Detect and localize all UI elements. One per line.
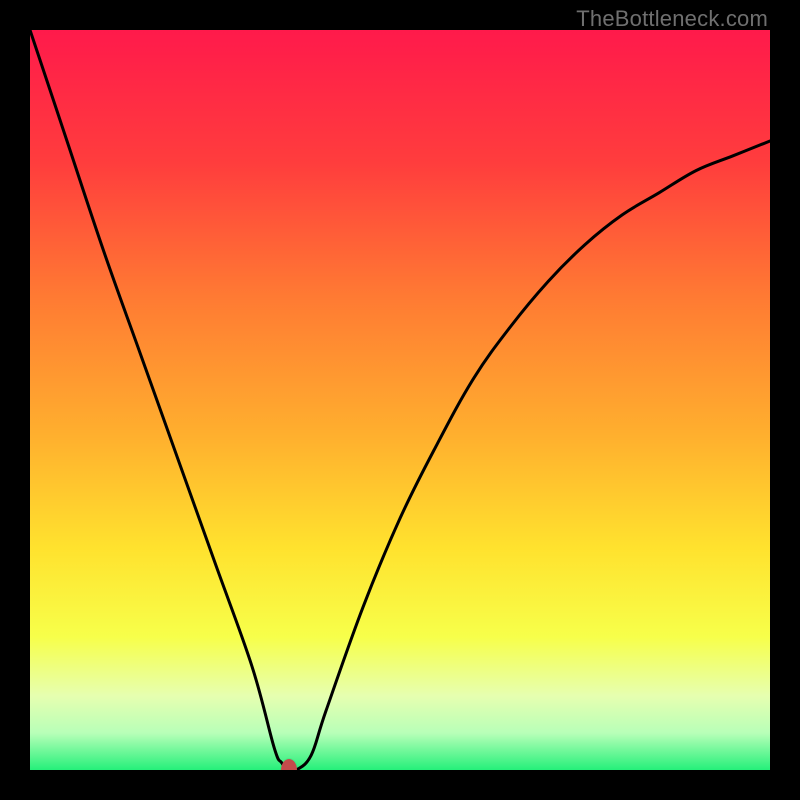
watermark-text: TheBottleneck.com	[576, 6, 768, 32]
bottleneck-curve	[30, 30, 770, 770]
chart-frame: TheBottleneck.com	[0, 0, 800, 800]
plot-area	[30, 30, 770, 770]
